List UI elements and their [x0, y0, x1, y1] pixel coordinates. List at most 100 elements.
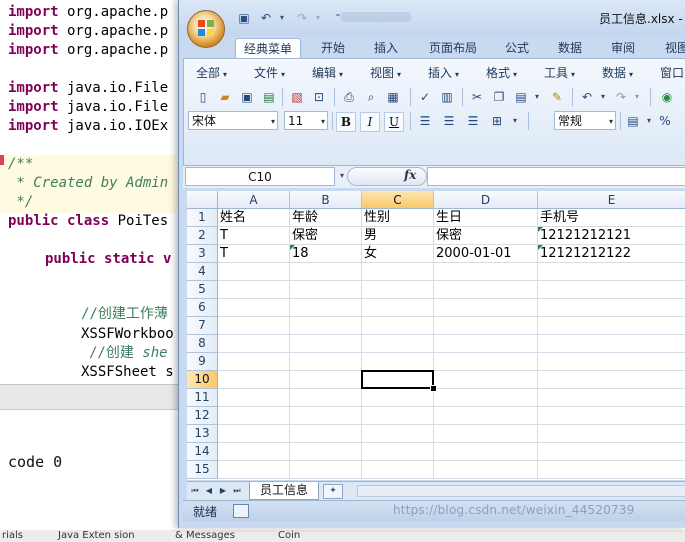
- insert-sheet-icon[interactable]: ✦: [323, 484, 343, 499]
- cell-d4[interactable]: [434, 263, 538, 281]
- chevron-down-icon[interactable]: ▾: [309, 9, 327, 27]
- cell-a9[interactable]: [218, 353, 290, 371]
- horizontal-scrollbar[interactable]: [357, 485, 685, 497]
- row-header-1[interactable]: 1: [187, 209, 218, 227]
- cell-e10[interactable]: [538, 371, 685, 389]
- title-bar[interactable]: ▣ ↶ ▾ ↷ ▾ ⁼ 员工信息.xlsx - 视: [179, 0, 685, 36]
- cell-b11[interactable]: [290, 389, 362, 407]
- merge-center-icon[interactable]: ⊞: [488, 112, 506, 130]
- cell-a10[interactable]: [218, 371, 290, 389]
- cell-e7[interactable]: [538, 317, 685, 335]
- cell-d1[interactable]: 生日: [434, 209, 538, 227]
- spreadsheet-grid[interactable]: A B C D E 1 姓名 年龄 性别 生日 手机号 2 T 保密男保密 12121212121…: [187, 191, 685, 480]
- last-sheet-icon[interactable]: ⏭: [231, 484, 243, 498]
- cell-a14[interactable]: [218, 443, 290, 461]
- menu-data[interactable]: 数据 ▾: [602, 64, 633, 81]
- row-header-11[interactable]: 11: [187, 389, 218, 407]
- row-header-8[interactable]: 8: [187, 335, 218, 353]
- cell-a7[interactable]: [218, 317, 290, 335]
- bold-button[interactable]: B: [336, 112, 356, 132]
- align-right-icon[interactable]: ☰: [464, 112, 482, 130]
- cell-e11[interactable]: [538, 389, 685, 407]
- ide-status-item[interactable]: Java Exten sion: [58, 530, 135, 541]
- prev-sheet-icon[interactable]: ◀: [203, 484, 215, 498]
- permission-icon[interactable]: ⊡: [310, 88, 328, 106]
- cell-b13[interactable]: [290, 425, 362, 443]
- cell-b15[interactable]: [290, 461, 362, 479]
- print-icon[interactable]: ⎙: [340, 88, 358, 106]
- excel-save-icon[interactable]: ▤: [260, 88, 278, 106]
- cell-b7[interactable]: [290, 317, 362, 335]
- tab-review[interactable]: 审阅: [603, 38, 643, 58]
- font-size-select[interactable]: 11 ▾: [284, 111, 328, 130]
- row-header-10[interactable]: 10: [187, 371, 218, 389]
- row-header-5[interactable]: 5: [187, 281, 218, 299]
- sheet-tab-employee-info[interactable]: 员工信息: [249, 482, 319, 500]
- menu-insert[interactable]: 插入 ▾: [428, 64, 459, 81]
- cell-e8[interactable]: [538, 335, 685, 353]
- open-folder-icon[interactable]: ▰: [216, 88, 234, 106]
- tab-view[interactable]: 视图: [657, 38, 685, 58]
- cell-e1[interactable]: 手机号: [538, 209, 685, 227]
- cell-e12[interactable]: [538, 407, 685, 425]
- chevron-down-icon[interactable]: ▾: [273, 9, 291, 27]
- align-center-icon[interactable]: ☰: [440, 112, 458, 130]
- percent-button[interactable]: %: [656, 112, 674, 130]
- chevron-down-icon[interactable]: ▾: [506, 112, 524, 130]
- save-icon[interactable]: ▣: [238, 88, 256, 106]
- cell-e14[interactable]: [538, 443, 685, 461]
- ide-status-item[interactable]: & Messages: [175, 530, 235, 541]
- column-header-c[interactable]: C: [362, 191, 434, 209]
- row-header-2[interactable]: 2: [187, 227, 218, 245]
- cell-d6[interactable]: [434, 299, 538, 317]
- column-header-e[interactable]: E: [538, 191, 685, 209]
- cell-b4[interactable]: [290, 263, 362, 281]
- row-header-4[interactable]: 4: [187, 263, 218, 281]
- insert-function-icon[interactable]: fx: [404, 168, 416, 182]
- menu-file[interactable]: 文件 ▾: [254, 64, 285, 81]
- tab-insert[interactable]: 插入: [366, 38, 406, 58]
- cell-c5[interactable]: [362, 281, 434, 299]
- font-name-select[interactable]: 宋体 ▾: [188, 111, 278, 130]
- cell-b8[interactable]: [290, 335, 362, 353]
- cell-d14[interactable]: [434, 443, 538, 461]
- print-preview-icon[interactable]: ⌕: [362, 88, 380, 106]
- cell-c7[interactable]: [362, 317, 434, 335]
- tab-formulas[interactable]: 公式: [497, 38, 537, 58]
- cell-d10[interactable]: [434, 371, 538, 389]
- menu-edit[interactable]: 编辑 ▾: [312, 64, 343, 81]
- row-header-12[interactable]: 12: [187, 407, 218, 425]
- cell-e2[interactable]: 12121212121: [538, 227, 685, 245]
- menu-view[interactable]: 视图 ▾: [370, 64, 401, 81]
- cell-c1[interactable]: 性别: [362, 209, 434, 227]
- menu-all[interactable]: 全部 ▾: [196, 64, 227, 81]
- office-button[interactable]: [187, 10, 225, 48]
- cell-d11[interactable]: [434, 389, 538, 407]
- quick-print-icon[interactable]: ▦: [384, 88, 402, 106]
- row-header-13[interactable]: 13: [187, 425, 218, 443]
- cell-c10[interactable]: [362, 371, 434, 389]
- cell-e6[interactable]: [538, 299, 685, 317]
- cell-c8[interactable]: [362, 335, 434, 353]
- cell-b2[interactable]: 保密: [290, 227, 362, 245]
- new-file-icon[interactable]: ▯: [194, 88, 212, 106]
- menu-format[interactable]: 格式 ▾: [486, 64, 517, 81]
- cell-a5[interactable]: [218, 281, 290, 299]
- cell-b3[interactable]: 18: [290, 245, 362, 263]
- cell-a4[interactable]: [218, 263, 290, 281]
- cell-d12[interactable]: [434, 407, 538, 425]
- chevron-down-icon[interactable]: ▾: [594, 88, 612, 106]
- cell-e13[interactable]: [538, 425, 685, 443]
- format-painter-icon[interactable]: ✎: [548, 88, 566, 106]
- ide-panel-divider[interactable]: [0, 384, 190, 410]
- cell-d2[interactable]: 保密: [434, 227, 538, 245]
- cell-b5[interactable]: [290, 281, 362, 299]
- fill-handle[interactable]: [430, 385, 437, 392]
- cell-a11[interactable]: [218, 389, 290, 407]
- row-header-14[interactable]: 14: [187, 443, 218, 461]
- cell-b14[interactable]: [290, 443, 362, 461]
- cell-b12[interactable]: [290, 407, 362, 425]
- cell-a12[interactable]: [218, 407, 290, 425]
- name-box[interactable]: C10: [185, 167, 335, 186]
- macro-record-icon[interactable]: [233, 504, 249, 518]
